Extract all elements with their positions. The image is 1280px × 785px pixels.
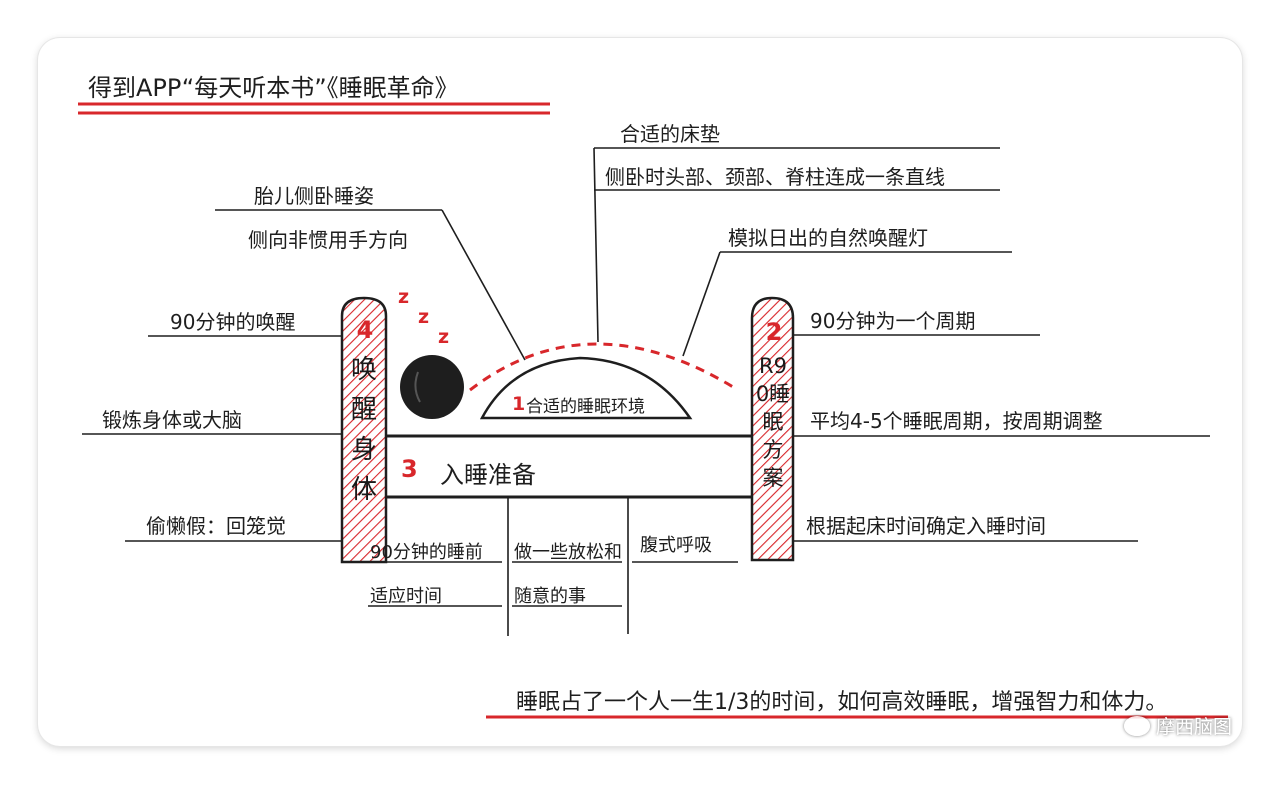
center-label: 合适的睡眠环境 [526, 397, 645, 417]
summary-text: 睡眠占了一个人一生1/3的时间，如何高效睡眠，增强智力和体力。 [516, 690, 1168, 715]
title-underline [78, 102, 550, 115]
prep-branch-2: 做一些放松和随意的事 [514, 542, 622, 607]
fetal-posture-title: 胎儿侧卧睡姿 [254, 184, 374, 208]
wake-branch-3: 偷懒假：回笼觉 [146, 514, 286, 538]
zzz-1: z [398, 286, 410, 308]
center-number: 1 [512, 393, 526, 415]
watermark-text: 摩西脑图 [1155, 716, 1232, 738]
fetal-posture-detail: 侧向非惯用手方向 [248, 228, 408, 252]
r90-label: R90睡眠方案 [755, 354, 791, 490]
sunrise-lamp-label: 模拟日出的自然唤醒灯 [728, 226, 928, 250]
mattress-title: 合适的床垫 [620, 122, 720, 146]
r90-branch-3: 根据起床时间确定入睡时间 [806, 514, 1046, 538]
r90-branch-1: 90分钟为一个周期 [810, 309, 976, 333]
zzz-3: z [438, 326, 450, 348]
watermark: 摩西脑图 [1123, 712, 1232, 739]
sleeper-head [400, 355, 464, 419]
wake-branch-1: 90分钟的唤醒 [170, 310, 296, 334]
mattress-detail: 侧卧时头部、颈部、脊柱连成一条直线 [605, 165, 945, 189]
zzz-2: z [418, 306, 430, 328]
r90-branch-2: 平均4-5个睡眠周期，按周期调整 [810, 409, 1103, 433]
wechat-icon [1123, 715, 1150, 736]
wake-label: 唤醒身体 [350, 355, 377, 505]
prep-number: 3 [401, 455, 418, 483]
prep-branch-1: 90分钟的睡前适应时间 [370, 542, 483, 607]
wake-branch-2: 锻炼身体或大脑 [102, 408, 242, 432]
wake-number: 4 [356, 316, 374, 344]
prep-branch-3: 腹式呼吸 [640, 535, 712, 556]
prep-label: 入睡准备 [440, 461, 536, 489]
page-title: 得到APP“每天听本书”《睡眠革命》 [88, 74, 459, 102]
r90-number: 2 [765, 318, 783, 346]
